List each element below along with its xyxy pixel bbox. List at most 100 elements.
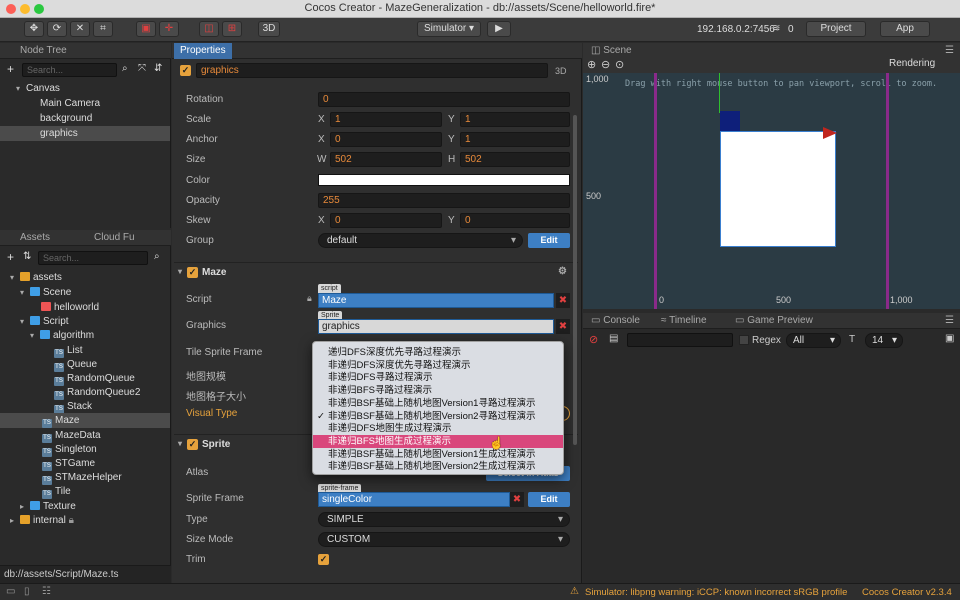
anchor-handle[interactable] bbox=[720, 111, 740, 131]
script-asset-field[interactable]: Maze bbox=[318, 293, 554, 308]
tab-console[interactable]: ▭ Console bbox=[585, 313, 646, 329]
graphics-node-box[interactable] bbox=[720, 131, 836, 247]
asset-item[interactable]: TS Singleton bbox=[42, 442, 97, 457]
regex-checkbox[interactable] bbox=[739, 335, 749, 345]
console-filter-input[interactable] bbox=[627, 333, 733, 347]
asset-item[interactable]: TS STGame bbox=[42, 456, 95, 471]
gear-icon[interactable]: ⚙ bbox=[558, 266, 567, 277]
dropdown-option[interactable]: 非递归BSF基础上随机地图Version1生成过程演示 bbox=[313, 448, 563, 461]
menu-icon[interactable]: ☰ bbox=[945, 313, 954, 329]
tab-cloud-function[interactable]: Cloud Fu bbox=[88, 230, 141, 246]
tree-item-graphics[interactable]: graphics bbox=[0, 126, 170, 141]
tree-item-canvas[interactable]: ▾ Canvas bbox=[16, 81, 166, 96]
properties-scrollbar[interactable] bbox=[573, 115, 577, 445]
type-select[interactable]: SIMPLE ▾ bbox=[318, 512, 570, 527]
sprite-frame-edit-button[interactable]: Edit bbox=[528, 492, 570, 507]
zoom-in-icon[interactable]: ⊕ bbox=[587, 58, 596, 71]
trash-icon[interactable]: ▯ bbox=[24, 586, 30, 597]
asset-item[interactable]: TS Tile bbox=[42, 484, 71, 499]
collapse-icon[interactable]: ⇵ bbox=[154, 63, 162, 74]
dropdown-option[interactable]: 非递归BSF基础上随机地图Version1寻路过程演示 bbox=[313, 397, 563, 410]
trim-checkbox[interactable]: ✓ bbox=[318, 554, 329, 565]
scene-viewport[interactable]: Drag with right mouse button to pan view… bbox=[583, 73, 960, 309]
asset-item[interactable]: TS List bbox=[54, 343, 83, 358]
snap-toggle-button[interactable]: ◫ bbox=[199, 21, 219, 37]
move-tool-button[interactable]: ✥ bbox=[24, 21, 44, 37]
simulator-select[interactable]: Simulator ▾ bbox=[417, 21, 481, 37]
dropdown-option[interactable]: 非递归DFS地图生成过程演示 bbox=[313, 422, 563, 435]
asset-item[interactable]: ▾ Script bbox=[20, 314, 69, 329]
add-node-icon[interactable]: + bbox=[7, 62, 14, 76]
font-size-select[interactable]: 14 ▾ bbox=[865, 333, 903, 348]
clear-sprite-frame-button[interactable]: ✖ bbox=[510, 492, 524, 507]
dropdown-option[interactable]: 递归DFS深度优先寻路过程演示 bbox=[313, 346, 563, 359]
skew-y-input[interactable]: 0 bbox=[460, 213, 570, 228]
anchor-x-input[interactable]: 0 bbox=[330, 132, 442, 147]
search-icon[interactable]: ⌕ bbox=[122, 63, 128, 74]
dropdown-option[interactable]: 非递归DFS寻路过程演示 bbox=[313, 371, 563, 384]
tab-assets[interactable]: Assets bbox=[14, 230, 56, 246]
sprite-frame-asset-field[interactable]: singleColor bbox=[318, 492, 510, 507]
tree-item-main-camera[interactable]: Main Camera bbox=[40, 96, 170, 111]
group-edit-button[interactable]: Edit bbox=[528, 233, 570, 248]
asset-search-input[interactable]: Search... bbox=[38, 251, 148, 265]
app-button[interactable]: App bbox=[880, 21, 930, 37]
add-asset-icon[interactable]: + bbox=[7, 250, 14, 264]
clear-console-icon[interactable]: ⊘ bbox=[589, 333, 598, 346]
zoom-fit-icon[interactable]: ⊙ bbox=[615, 58, 624, 71]
rendering-select[interactable]: Rendering bbox=[889, 58, 935, 69]
tab-game-preview[interactable]: ▭ Game Preview bbox=[729, 313, 819, 329]
tab-properties[interactable]: Properties bbox=[174, 43, 232, 59]
dropdown-option[interactable]: 非递归BSF基础上随机地图Version2生成过程演示 bbox=[313, 460, 563, 473]
dropdown-option[interactable]: 非递归DFS深度优先寻路过程演示 bbox=[313, 359, 563, 372]
asset-item[interactable]: TS MazeData bbox=[42, 428, 101, 443]
scale-y-input[interactable]: 1 bbox=[460, 112, 570, 127]
search-icon[interactable]: ⌕ bbox=[154, 251, 160, 262]
asset-item[interactable]: TS RandomQueue bbox=[54, 371, 135, 386]
sprite-enabled-checkbox[interactable]: ✓ bbox=[187, 439, 198, 450]
asset-item[interactable]: TS Queue bbox=[54, 357, 97, 372]
dropdown-option[interactable]: ✓ 非递归BSF基础上随机地图Version2寻路过程演示 bbox=[313, 410, 563, 423]
project-button[interactable]: Project bbox=[806, 21, 866, 37]
rect-tool-button[interactable]: ⌗ bbox=[93, 21, 113, 37]
tab-timeline[interactable]: ≈ Timeline bbox=[655, 313, 713, 329]
play-button[interactable]: ▶ bbox=[487, 21, 511, 37]
tree-item-background[interactable]: background bbox=[40, 111, 170, 126]
3d-toggle-button[interactable]: 3D bbox=[258, 21, 280, 37]
asset-item-selected[interactable]: TS Maze bbox=[0, 413, 170, 428]
console-icon[interactable]: ▭ bbox=[6, 586, 15, 597]
scale-tool-button[interactable]: ✕ bbox=[70, 21, 90, 37]
asset-item[interactable]: ▾ Scene bbox=[20, 285, 71, 300]
clear-script-button[interactable]: ✖ bbox=[556, 293, 570, 308]
scale-x-input[interactable]: 1 bbox=[330, 112, 442, 127]
zoom-out-icon[interactable]: ⊖ bbox=[601, 58, 610, 71]
node-search-input[interactable]: Search... bbox=[22, 63, 117, 77]
collapse-log-icon[interactable]: ▣ bbox=[945, 333, 954, 344]
sort-icon[interactable]: ⇅ bbox=[23, 251, 31, 262]
open-log-icon[interactable]: ▤ bbox=[609, 333, 618, 344]
pivot-toggle-button[interactable]: ▣ bbox=[136, 21, 156, 37]
size-w-input[interactable]: 502 bbox=[330, 152, 442, 167]
coordinate-toggle-button[interactable]: ✛ bbox=[159, 21, 179, 37]
asset-item[interactable]: ▸ Texture bbox=[20, 499, 76, 514]
anchor-y-input[interactable]: 1 bbox=[460, 132, 570, 147]
asset-item[interactable]: ▾ algorithm bbox=[30, 328, 94, 343]
clear-graphics-button[interactable]: ✖ bbox=[556, 319, 570, 334]
size-h-input[interactable]: 502 bbox=[460, 152, 570, 167]
log-level-select[interactable]: All ▾ bbox=[786, 333, 841, 348]
asset-item[interactable]: helloworld bbox=[41, 300, 99, 315]
asset-item[interactable]: TS Stack bbox=[54, 399, 92, 414]
group-select[interactable]: default ▾ bbox=[318, 233, 523, 248]
skew-x-input[interactable]: 0 bbox=[330, 213, 442, 228]
rotation-input[interactable]: 0 bbox=[318, 92, 570, 107]
asset-item[interactable]: TS STMazeHelper bbox=[42, 470, 122, 485]
maze-enabled-checkbox[interactable]: ✓ bbox=[187, 267, 198, 278]
asset-item[interactable]: ▾ assets bbox=[10, 270, 62, 285]
x-axis-gizmo[interactable] bbox=[823, 127, 837, 139]
asset-item[interactable]: TS RandomQueue2 bbox=[54, 385, 140, 400]
settings-icon[interactable]: ☷ bbox=[42, 586, 51, 597]
size-mode-select[interactable]: CUSTOM ▾ bbox=[318, 532, 570, 547]
locate-icon[interactable]: ⤧ bbox=[138, 63, 146, 74]
color-swatch[interactable] bbox=[318, 174, 570, 186]
opacity-input[interactable]: 255 bbox=[318, 193, 570, 208]
